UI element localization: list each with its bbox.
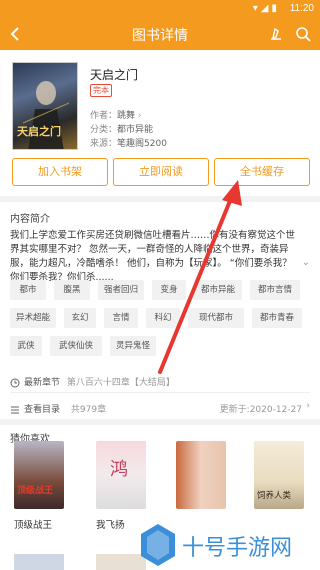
status-bar: ▾◢▮ 11:20 <box>0 0 320 18</box>
catalog-updated: 更新于:2020-12-27 <box>219 405 302 415</box>
search-icon[interactable] <box>293 24 313 44</box>
guess-cover <box>176 441 226 509</box>
latest-chapter-row[interactable]: 最新章节 第八百六十四章【大结局】 <box>10 375 175 388</box>
tag-item[interactable]: 武侠仙侠 <box>50 336 102 356</box>
source-value: 笔趣阁5200 <box>117 139 167 149</box>
guess-cover[interactable] <box>14 554 64 570</box>
guess-cover-title: 鸿 <box>110 459 128 480</box>
guess-cover: 饲养人类 <box>254 441 304 509</box>
app-bar: 图书详情 <box>0 18 320 50</box>
divider <box>0 419 320 425</box>
tag-item[interactable]: 异术超能 <box>10 308 56 328</box>
category-row: 分类：都市异能 <box>90 122 153 135</box>
guess-cover: 鸿 <box>96 441 146 509</box>
intro-heading: 内容简介 <box>10 214 50 225</box>
divider <box>0 196 320 202</box>
status-time: 11:20 <box>289 3 314 14</box>
add-to-shelf-button[interactable]: 加入书架 <box>12 158 108 186</box>
book-title: 天启之门 <box>90 68 139 82</box>
brush-icon[interactable] <box>266 24 286 44</box>
watermark-logo-icon <box>141 524 175 566</box>
catalog-row[interactable]: 查看目录 共979章 更新于:2020-12-27 › <box>10 401 310 415</box>
category-label: 分类： <box>90 125 118 135</box>
book-cover[interactable]: 天启之门 <box>12 62 78 150</box>
tag-item[interactable]: 言情 <box>104 308 138 328</box>
intro-text: 我们上学恋爱工作买房还贷刷微信吐槽看片……你有没有察觉这个世界其实哪里不对？ 忽… <box>10 230 296 283</box>
chevron-right-icon: › <box>306 401 310 411</box>
guess-cover-title: 顶级战王 <box>17 486 54 496</box>
guess-name: 顶级战王 <box>14 520 53 531</box>
tag-item[interactable]: 都市言情 <box>250 280 300 300</box>
tag-item[interactable]: 现代都市 <box>188 308 244 328</box>
category-value: 都市异能 <box>117 125 154 135</box>
tag-item[interactable]: 灵异鬼怪 <box>110 336 156 356</box>
catalog-label: 查看目录 <box>24 405 61 415</box>
guess-cover-title: 饲养人类 <box>257 491 292 501</box>
status-badge: 完本 <box>90 84 112 97</box>
watermark: 十号手游网 <box>136 520 320 570</box>
status-system-icons: ▾◢▮ <box>252 3 280 14</box>
list-icon <box>10 405 20 415</box>
author-name: 跳舞 <box>117 111 136 121</box>
author-row[interactable]: 作者：跳舞 › <box>90 108 142 121</box>
tag-item[interactable]: 都市异能 <box>194 280 242 300</box>
tag-item[interactable]: 武侠 <box>10 336 42 356</box>
author-label: 作者： <box>90 111 118 121</box>
tag-item[interactable]: 玄幻 <box>64 308 96 328</box>
tag-item[interactable]: 都市 <box>10 280 46 300</box>
latest-chapter-label: 最新章节 <box>24 378 61 388</box>
source-label: 来源： <box>90 139 118 149</box>
cover-title: 天启之门 <box>17 125 61 138</box>
chevron-right-icon: › <box>137 111 142 121</box>
catalog-count: 共979章 <box>70 405 107 415</box>
latest-chapter-value: 第八百六十四章【大结局】 <box>66 378 175 388</box>
source-row: 来源：笔趣阁5200 <box>90 136 167 149</box>
watermark-text: 十号手游网 <box>182 536 293 561</box>
guess-cover: 顶级战王 <box>14 441 64 509</box>
tag-item[interactable]: 强者回归 <box>98 280 144 300</box>
row-divider <box>10 392 310 393</box>
tag-item[interactable]: 科幻 <box>146 308 180 328</box>
tag-item[interactable]: 变身 <box>152 280 186 300</box>
read-now-button[interactable]: 立即阅读 <box>113 158 209 186</box>
tag-item[interactable]: 都市青春 <box>252 308 302 328</box>
cache-all-button[interactable]: 全书缓存 <box>214 158 310 186</box>
tag-item[interactable]: 腹黑 <box>54 280 90 300</box>
clock-icon <box>10 378 20 388</box>
chevron-down-icon[interactable]: ⌄ <box>302 257 310 268</box>
